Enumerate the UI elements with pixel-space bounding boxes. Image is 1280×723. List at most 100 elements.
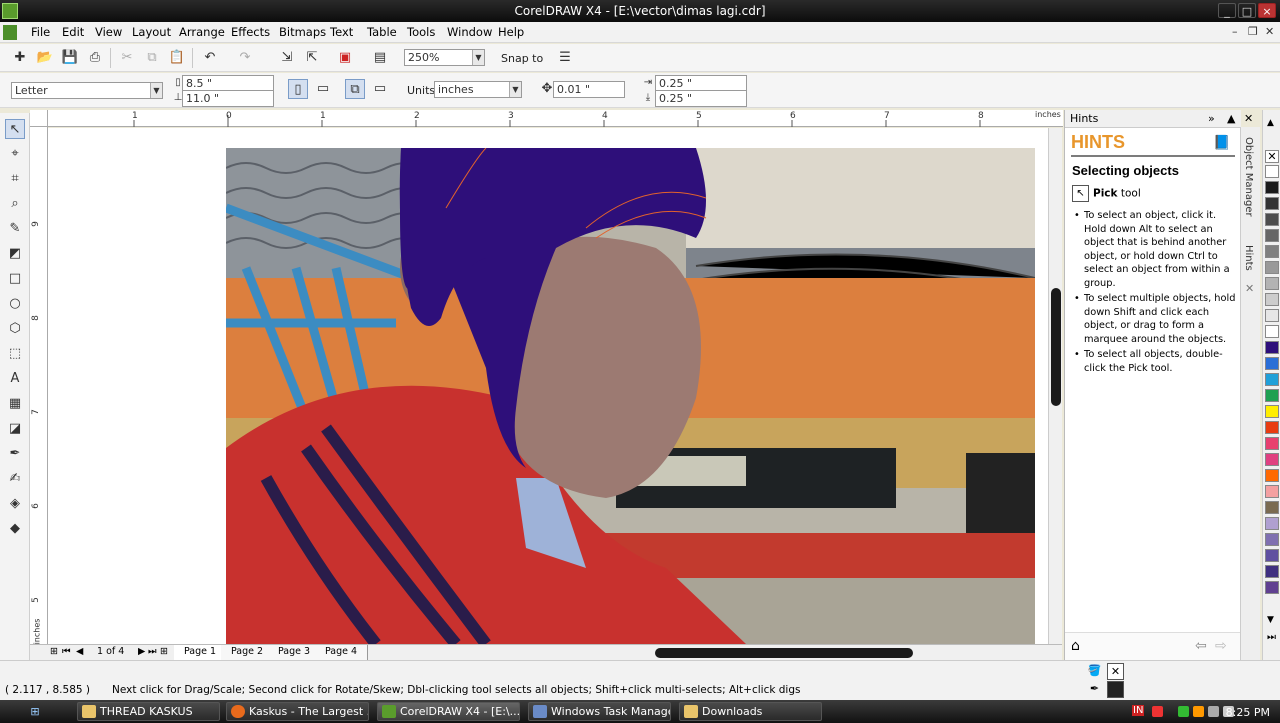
page-tab-2[interactable]: Page 2 [221, 645, 275, 660]
polygon-tool-icon[interactable]: ⬡ [5, 319, 25, 339]
start-button[interactable]: ⊞ [4, 702, 66, 721]
undo-icon[interactable]: ↶ [200, 48, 220, 68]
taskbar-item[interactable]: CorelDRAW X4 - [E:\... [377, 702, 520, 721]
palette-scroll-down-icon[interactable]: ▼ [1267, 615, 1274, 625]
units-select[interactable]: inches ▼ [434, 81, 522, 98]
close-icon[interactable]: ✕ [1245, 282, 1254, 295]
all-pages-icon[interactable]: ⧉ [345, 79, 365, 99]
tray-app-icon[interactable] [1193, 706, 1204, 717]
doc-close-button[interactable]: ✕ [1265, 25, 1274, 38]
color-swatch[interactable] [1265, 197, 1279, 210]
save-icon[interactable]: 💾 [60, 48, 80, 68]
vertical-scrollbar[interactable] [1048, 128, 1062, 644]
no-fill-swatch[interactable]: ✕ [1265, 150, 1279, 163]
duplicate-y-field[interactable]: 0.25 " [655, 90, 747, 107]
page-tab-4[interactable]: Page 4 [315, 645, 369, 660]
add-page-before-icon[interactable]: ⊞ [50, 646, 58, 657]
menu-help[interactable]: Help [498, 25, 524, 39]
ruler-origin[interactable] [30, 110, 48, 127]
color-swatch[interactable] [1265, 549, 1279, 562]
copy-icon[interactable]: ⧉ [142, 48, 162, 68]
color-swatch[interactable] [1265, 533, 1279, 546]
color-swatch[interactable] [1265, 213, 1279, 226]
network-icon[interactable] [1208, 706, 1219, 717]
application-launcher-icon[interactable]: ▣ [335, 48, 355, 68]
export-icon[interactable]: ⇱ [302, 48, 322, 68]
paste-icon[interactable]: 📋 [167, 48, 187, 68]
palette-scroll-up-icon[interactable]: ▲ [1267, 118, 1274, 128]
horizontal-scroll-thumb[interactable] [655, 648, 913, 658]
menu-window[interactable]: Window [447, 25, 492, 39]
new-icon[interactable]: ✚ [10, 48, 30, 68]
color-swatch[interactable] [1265, 293, 1279, 306]
color-swatch[interactable] [1265, 469, 1279, 482]
menu-bitmaps[interactable]: Bitmaps [279, 25, 326, 39]
color-swatch[interactable] [1265, 309, 1279, 322]
color-swatch[interactable] [1265, 405, 1279, 418]
expand-icon[interactable]: » [1208, 110, 1215, 128]
outline-tool-icon[interactable]: ✍ [5, 469, 25, 489]
doc-restore-button[interactable]: ❐ [1248, 25, 1258, 38]
color-swatch[interactable] [1265, 277, 1279, 290]
taskbar-item[interactable]: Kaskus - The Largest ... [226, 702, 369, 721]
import-icon[interactable]: ⇲ [277, 48, 297, 68]
horizontal-ruler[interactable]: 1 0 1 2 3 4 5 6 7 8 inches [48, 110, 1063, 127]
fill-tool-icon[interactable]: ◈ [5, 494, 25, 514]
menu-layout[interactable]: Layout [132, 25, 171, 39]
portrait-icon[interactable]: ▯ [288, 79, 308, 99]
table-tool-icon[interactable]: ▦ [5, 394, 25, 414]
minimize-button[interactable]: _ [1218, 3, 1236, 18]
current-page-icon[interactable]: ▭ [370, 79, 390, 99]
chevron-down-icon[interactable]: ▼ [150, 83, 162, 98]
crop-tool-icon[interactable]: ⌗ [5, 169, 25, 189]
color-swatch[interactable] [1265, 357, 1279, 370]
last-page-icon[interactable]: ⏭ [148, 646, 157, 657]
previous-page-icon[interactable]: ◀ [76, 646, 83, 657]
menu-text[interactable]: Text [330, 25, 353, 39]
coreldraw-app-icon[interactable] [2, 3, 18, 19]
docker-close-icon[interactable]: ✕ [1244, 110, 1253, 128]
taskbar-item[interactable]: THREAD KASKUS [77, 702, 220, 721]
freehand-tool-icon[interactable]: ✎ [5, 219, 25, 239]
menu-edit[interactable]: Edit [62, 25, 84, 39]
doc-minimize-button[interactable]: – [1232, 25, 1238, 38]
zoom-tool-icon[interactable]: ⌕ [5, 194, 25, 214]
page-tab-1[interactable]: Page 1 [174, 645, 228, 660]
menu-arrange[interactable]: Arrange [179, 25, 225, 39]
no-fill-indicator[interactable]: ✕ [1107, 663, 1124, 680]
color-swatch[interactable] [1265, 501, 1279, 514]
tray-app-icon[interactable] [1178, 706, 1189, 717]
color-swatch[interactable] [1265, 485, 1279, 498]
tab-object-manager[interactable]: Object Manager [1243, 137, 1254, 217]
page-height-field[interactable]: 11.0 " [182, 90, 274, 107]
paper-type-select[interactable]: Letter ▼ [11, 82, 163, 99]
color-swatch[interactable] [1265, 437, 1279, 450]
text-tool-icon[interactable]: A [5, 369, 25, 389]
interactive-fill-tool-icon[interactable]: ◆ [5, 519, 25, 539]
tab-hints[interactable]: Hints [1243, 245, 1254, 271]
color-swatch[interactable] [1265, 165, 1279, 178]
document-icon[interactable] [3, 25, 17, 40]
color-swatch[interactable] [1265, 373, 1279, 386]
interactive-blend-tool-icon[interactable]: ◪ [5, 419, 25, 439]
welcome-screen-icon[interactable]: ▤ [370, 48, 390, 68]
color-swatch[interactable] [1265, 245, 1279, 258]
menu-file[interactable]: File [31, 25, 50, 39]
color-swatch[interactable] [1265, 341, 1279, 354]
maximize-button[interactable]: □ [1238, 3, 1256, 18]
close-button[interactable]: × [1258, 3, 1276, 18]
hints-book-icon[interactable]: 📘 [1213, 135, 1230, 151]
color-swatch[interactable] [1265, 565, 1279, 578]
menu-tools[interactable]: Tools [407, 25, 435, 39]
taskbar-item[interactable]: Downloads [679, 702, 822, 721]
forward-icon[interactable]: ⇨ [1215, 638, 1227, 654]
color-swatch[interactable] [1265, 453, 1279, 466]
horizontal-scrollbar[interactable] [555, 645, 1062, 661]
nudge-distance-field[interactable]: 0.01 " [553, 81, 625, 98]
color-swatch[interactable] [1265, 421, 1279, 434]
rectangle-tool-icon[interactable]: □ [5, 269, 25, 289]
snap-to-dropdown[interactable]: Snap to [501, 52, 543, 65]
chevron-down-icon[interactable]: ▼ [509, 82, 521, 97]
clock[interactable]: 8:25 PM [1226, 706, 1270, 719]
ellipse-tool-icon[interactable]: ○ [5, 294, 25, 314]
